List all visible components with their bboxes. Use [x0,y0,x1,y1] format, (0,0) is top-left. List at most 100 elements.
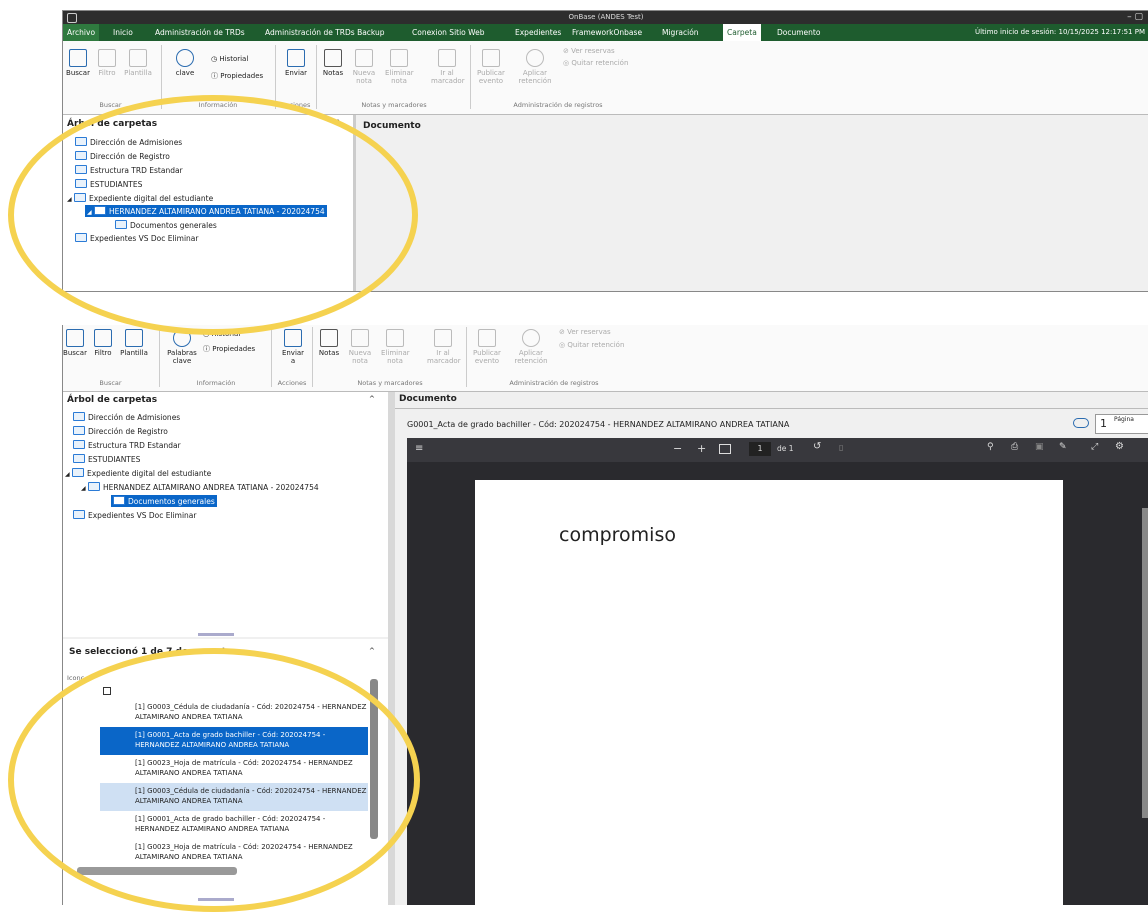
plantilla-button[interactable]: Plantilla [123,49,153,77]
menu-archivo[interactable]: Archivo [63,24,100,41]
tree-item-estudiantes[interactable]: ESTUDIANTES [75,179,142,189]
menu-carpeta[interactable]: Carpeta [723,24,761,41]
eliminar-nota-button[interactable]: Eliminar nota [381,329,410,365]
new-note-icon [351,329,369,347]
document-row[interactable]: [1] G0001_Acta de grado bachiller - Cód:… [100,727,368,755]
tree-item-estructura[interactable]: Estructura TRD Estandar [73,440,181,450]
page-count-field[interactable]: 1 Página [1095,414,1148,434]
panel-splitter[interactable] [388,392,395,905]
buscar-button[interactable]: Buscar [63,329,87,357]
splitter-handle[interactable] [198,633,234,636]
tree-item-documentos[interactable]: Documentos generales [115,220,217,230]
select-all-checkbox[interactable] [103,687,111,695]
annotate-icon[interactable]: ✎ [1059,442,1067,452]
ver-reservas-button[interactable]: ⊘ Ver reservas [559,328,611,336]
notas-button[interactable]: Notas [319,49,347,77]
title-bar: OnBase (ANDES Test) – ▢ [63,11,1148,24]
rotate-icon[interactable]: ↺ [813,441,821,452]
ir-marcador-button[interactable]: Ir al marcador [427,329,461,365]
document-row[interactable]: [1] G0001_Acta de grado bachiller - Cód:… [100,811,368,839]
palabras-clave-button[interactable]: clave [171,49,199,77]
nueva-nota-button[interactable]: Nueva nota [347,329,373,365]
quitar-retencion-button[interactable]: ◎ Quitar retención [563,59,628,67]
quitar-retencion-button[interactable]: ◎ Quitar retención [559,341,624,349]
tree-item-admisiones[interactable]: Dirección de Admisiones [75,137,182,147]
document-row[interactable]: [1] G0003_Cédula de ciudadanía - Cód: 20… [100,783,368,811]
print-icon[interactable]: ⎙ [1011,442,1018,452]
expand-icon[interactable]: ◢ [81,485,88,492]
collapse-icon[interactable]: ^ [369,395,375,403]
historial-button[interactable]: ◷ Historial [203,330,240,338]
buscar-button[interactable]: Buscar [65,49,91,77]
publicar-evento-button[interactable]: Publicar evento [472,329,502,365]
tree-item-eliminar[interactable]: Expedientes VS Doc Eliminar [73,510,197,520]
menu-conexion-sitio-web[interactable]: Conexion Sitio Web [408,24,489,41]
menu-admin-trds-backup[interactable]: Administración de TRDs Backup [261,24,389,41]
expand-icon[interactable]: ◢ [65,471,72,478]
tree-label: Expediente digital del estudiante [89,194,214,203]
enviar-button[interactable]: Enviar [283,49,309,77]
search-icon[interactable]: ⚲ [987,442,994,452]
expand-icon[interactable]: ◢ [87,209,94,216]
menu-frameworkonbase[interactable]: FrameworkOnbase [568,24,646,41]
ir-marcador-button[interactable]: Ir al marcador [431,49,465,85]
tree-item-expediente[interactable]: ◢ Expediente digital del estudiante [67,193,213,203]
scanner-icon[interactable] [1073,418,1089,428]
tree-item-student[interactable]: ◢ HERNANDEZ ALTAMIRANO ANDREA TATIANA - 2… [81,482,319,492]
ver-reservas-button[interactable]: ⊘ Ver reservas [563,47,615,55]
save-icon[interactable]: ▣ [1035,442,1044,452]
tree-item-expediente[interactable]: ◢ Expediente digital del estudiante [65,468,211,478]
menu-inicio[interactable]: Inicio [109,24,137,41]
two-page-icon[interactable]: ▯ [839,443,843,452]
collapse-icon[interactable]: ^ [335,119,341,127]
palabras-clave-button[interactable]: Palabras clave [167,329,197,365]
page-number-input[interactable]: 1 [749,442,771,456]
ribbon: Buscar Filtro Plantilla clave ◷ Historia… [63,41,1148,115]
tree-item-registro[interactable]: Dirección de Registro [73,426,168,436]
zoom-in-icon[interactable]: + [697,442,706,455]
group-buscar: Buscar [99,379,122,387]
tree-item-admisiones[interactable]: Dirección de Admisiones [73,412,180,422]
window-controls[interactable]: – ▢ [1127,11,1143,24]
enviar-a-button[interactable]: Enviar a [279,329,307,365]
menu-migracion[interactable]: Migración [658,24,703,41]
settings-icon[interactable]: ⚙ [1115,441,1124,452]
notas-button[interactable]: Notas [315,329,343,357]
collapse-icon[interactable]: ^ [369,647,375,655]
filtro-button[interactable]: Filtro [95,49,119,77]
aplicar-retencion-button[interactable]: Aplicar retención [518,49,552,85]
horizontal-scrollbar[interactable] [77,867,237,875]
splitter-handle[interactable] [198,898,234,901]
filtro-button[interactable]: Filtro [91,329,115,357]
fit-page-icon[interactable] [719,444,731,454]
tree-item-student[interactable]: ◢ HERNANDEZ ALTAMIRANO ANDREA TATIANA - 2… [85,205,327,217]
document-row[interactable]: [1] G0023_Hoja de matrícula - Cód: 20202… [100,839,368,867]
propiedades-button[interactable]: ⓘ Propiedades [203,344,255,354]
zoom-out-icon[interactable]: − [673,442,682,455]
menu-expedientes[interactable]: Expedientes [511,24,565,41]
tree-item-documentos[interactable]: Documentos generales [111,495,217,507]
folder-icon [73,440,85,449]
plantilla-button[interactable]: Plantilla [119,329,149,357]
plantilla-label: Plantilla [120,349,148,357]
vertical-scrollbar[interactable] [370,679,378,839]
tree-item-eliminar[interactable]: Expedientes VS Doc Eliminar [75,233,199,243]
tree-item-estudiantes[interactable]: ESTUDIANTES [73,454,140,464]
aplicar-retencion-button[interactable]: Aplicar retención [514,329,548,365]
column-icon-header[interactable]: Iconc [67,674,84,682]
historial-button[interactable]: ◷ Historial [211,55,248,63]
menu-documento[interactable]: Documento [773,24,824,41]
propiedades-button[interactable]: ⓘ Propiedades [211,71,263,81]
tree-item-estructura[interactable]: Estructura TRD Estandar [75,165,183,175]
expand-icon[interactable]: ◢ [67,196,74,203]
expand-icon[interactable]: ⤢ [1091,442,1098,452]
publicar-evento-button[interactable]: Publicar evento [476,49,506,85]
document-row[interactable]: [1] G0003_Cédula de ciudadanía - Cód: 20… [100,699,368,727]
nueva-nota-button[interactable]: Nueva nota [351,49,377,85]
menu-admin-trds[interactable]: Administración de TRDs [151,24,249,41]
tree-item-registro[interactable]: Dirección de Registro [75,151,170,161]
pdf-scrollbar[interactable] [1142,508,1148,818]
eliminar-nota-button[interactable]: Eliminar nota [385,49,414,85]
document-row[interactable]: [1] G0023_Hoja de matrícula - Cód: 20202… [100,755,368,783]
sidebar-toggle-icon[interactable]: ≡ [415,443,423,454]
